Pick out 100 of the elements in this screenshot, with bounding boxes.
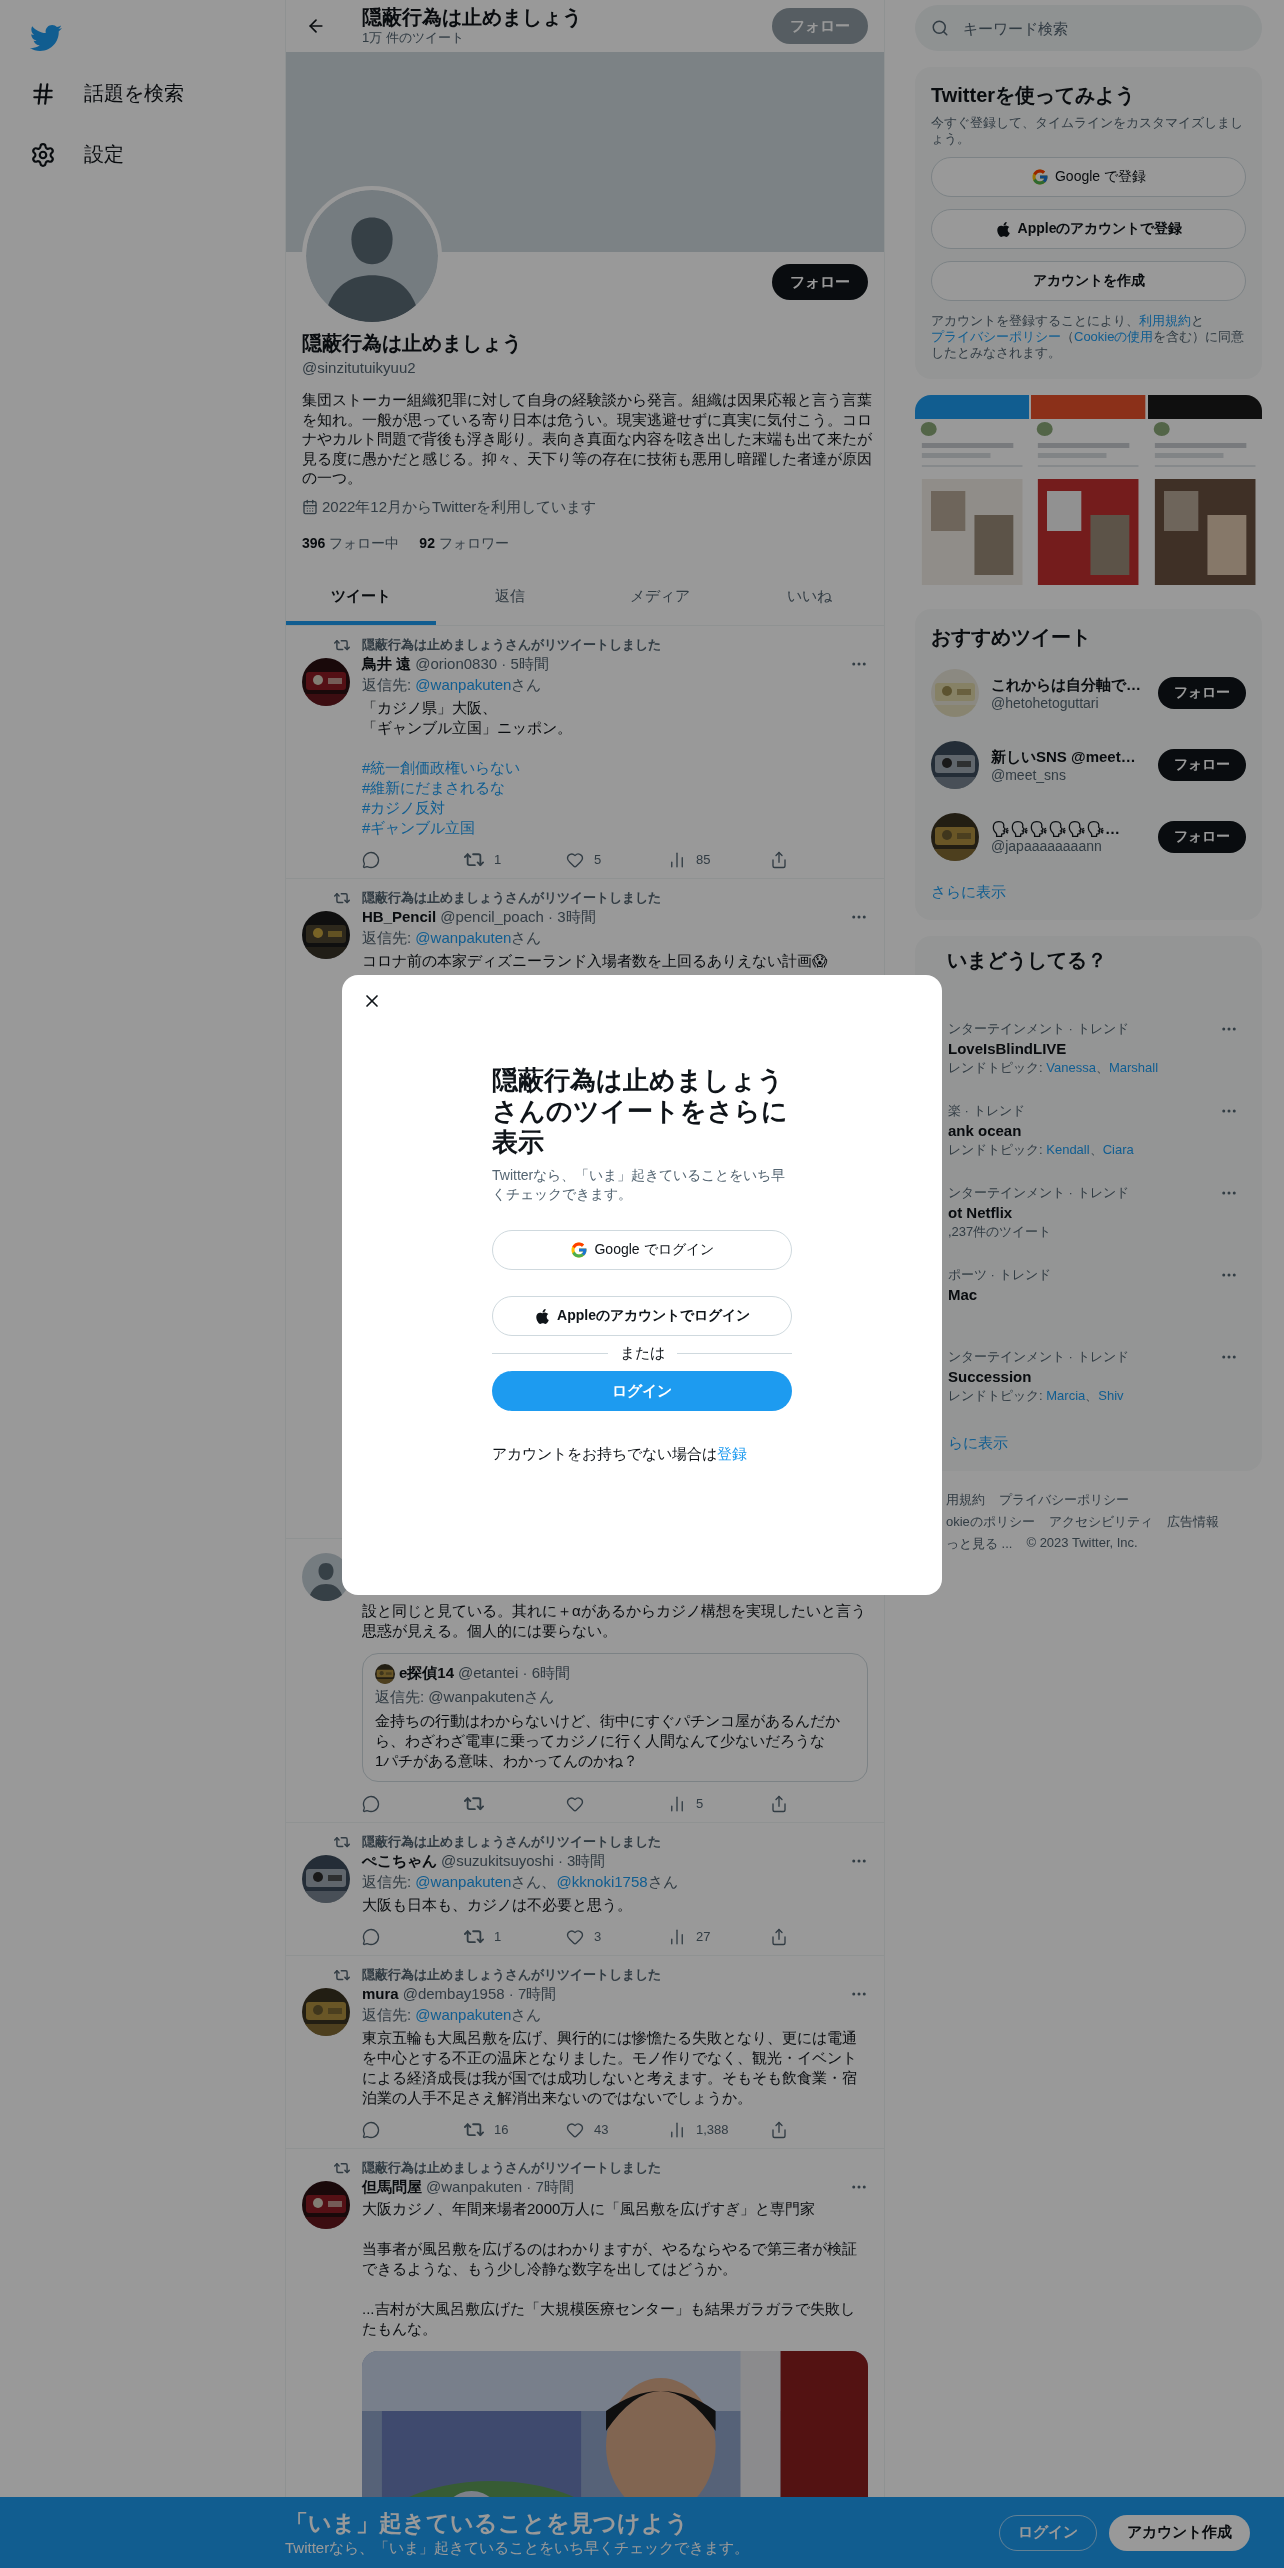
profile-tab[interactable]: メディア <box>585 572 735 625</box>
hashtag-link[interactable]: #維新にだまされるな <box>362 777 506 798</box>
follow-button[interactable]: フォロー <box>772 264 868 300</box>
banner-subtitle: Twitterなら、「いま」起きていることをいち早くチェックできます。 <box>285 2538 751 2558</box>
follow-button[interactable]: フォロー <box>1158 677 1246 709</box>
reply-icon[interactable] <box>362 1927 380 1946</box>
reply-to-text: 返信先: @wanpakutenさん <box>375 1687 556 1707</box>
hashtag-link[interactable]: #カジノ反対 <box>362 797 446 818</box>
followers-link[interactable]: 92 フォロワー <box>419 534 509 553</box>
topic-link[interactable]: Shiv <box>1098 1388 1124 1403</box>
retweet-icon[interactable] <box>464 1796 484 1811</box>
topic-link[interactable]: Marshall <box>1108 1060 1158 1075</box>
heart-icon[interactable] <box>566 1794 584 1813</box>
bar-chart-icon[interactable] <box>668 850 686 869</box>
author-handle: @wanpakuten · 7時間 <box>426 2176 574 2197</box>
legal-link[interactable]: プライバシーポリシー <box>931 329 1061 344</box>
footer-link[interactable]: プライバシーポリシー <box>999 1491 1129 1509</box>
author-name: ぺこちゃん <box>362 1850 437 1871</box>
hashtag-link[interactable]: #統一創価政権いらない <box>362 757 521 778</box>
legal-link[interactable]: 利用規約 <box>1139 313 1191 328</box>
retweet-icon <box>334 1968 350 1981</box>
login-option-button[interactable]: Google でログイン <box>492 1230 792 1270</box>
retweet-label: 隠蔽行為は止めましょうさんがリツイートしました <box>362 888 662 907</box>
footer-link[interactable]: okieのポリシー <box>946 1513 1035 1531</box>
account-name: 🗣🗣🗣🗣🗣🗣… <box>991 820 1121 838</box>
author-handle: @pencil_poach · 3時間 <box>440 906 596 927</box>
bar-chart-icon[interactable] <box>668 2120 686 2139</box>
heart-icon[interactable] <box>566 2120 584 2139</box>
share-icon[interactable] <box>770 2120 788 2139</box>
trend-item[interactable]: ンターテインメント · トレンド LoveIsBlindLIVE レンドトピック: Vanessa、Marshall <box>917 1014 1246 1096</box>
heart-icon[interactable] <box>566 850 584 869</box>
nav-item[interactable]: 話題を検索 <box>30 72 184 115</box>
tweet-count: 1万 件のツイート <box>362 29 465 47</box>
signup-button[interactable]: Appleのアカウントで登録 <box>931 209 1246 249</box>
bird-logo-icon[interactable] <box>30 22 62 54</box>
trend-item[interactable]: ンターテインメント · トレンド Succession レンドトピック: Marcia、Shiv <box>917 1342 1246 1424</box>
mention-link[interactable]: @wanpakuten <box>415 928 512 946</box>
topic-link[interactable]: Vanessa <box>1046 1060 1096 1075</box>
following-link[interactable]: 396 フォロー中 <box>302 534 400 553</box>
follow-button[interactable]: フォロー <box>1158 821 1246 853</box>
card-title: おすすめツイート <box>931 625 1092 649</box>
trend-category: 楽 · トレンド <box>948 1102 1026 1120</box>
share-icon[interactable] <box>770 1794 788 1813</box>
login-option-button[interactable]: Appleのアカウントでログイン <box>492 1296 792 1336</box>
tweet-text: 1パチがある意味、わかってんのかね？ <box>375 1750 640 1771</box>
author-name: 鳥井 遠 <box>362 653 412 674</box>
search-field[interactable]: キーワード検索 <box>915 5 1262 51</box>
trend-item[interactable]: ンターテインメント · トレンド ot Netflix ,237件のツイート <box>917 1178 1246 1260</box>
nav-item[interactable]: 設定 <box>30 133 124 176</box>
mention-link[interactable]: @wanpakuten <box>415 2005 512 2023</box>
legal-link[interactable]: Cookieの使用 <box>1074 329 1154 344</box>
tweet-text: 金持ちの行動はわからないけど、街中にすぐパチンコ屋があるんだから、わざわざ電車に乗ってカジノに行く人間なんて少ないだろうな <box>375 1710 841 1751</box>
retweet-icon <box>334 2161 350 2174</box>
footer-link[interactable]: © 2023 Twitter, Inc. <box>1026 1535 1138 1553</box>
bar-chart-icon[interactable] <box>668 1927 686 1946</box>
show-more-link[interactable]: らに表示 <box>948 1424 1008 1459</box>
retweet-icon[interactable] <box>464 852 484 867</box>
trend-item[interactable]: 楽 · トレンド ank ocean レンドトピック: Kendall、Ciara <box>917 1096 1246 1178</box>
signup-button[interactable]: アカウントを作成 <box>931 261 1246 301</box>
action-count: 1,388 <box>696 2122 729 2137</box>
legal-text: アカウントを登録することにより、利用規約 と プライバシーポリシー（Cookieの使用を含む）に同意したとみなされます。 <box>931 313 1246 361</box>
show-more-link[interactable]: さらに表示 <box>931 873 1006 908</box>
footer-link[interactable]: 用規約 <box>946 1491 985 1509</box>
reply-to-text: 返信先: @wanpakutenさん、@kknoki1758さん <box>362 1871 679 1892</box>
mention-link[interactable]: @wanpakuten <box>415 1872 512 1890</box>
profile-tab[interactable]: 返信 <box>435 572 585 625</box>
share-icon[interactable] <box>770 1927 788 1946</box>
topic-link[interactable]: Ciara <box>1102 1142 1134 1157</box>
trend-item[interactable]: ポーツ · トレンド Mac <box>917 1260 1246 1342</box>
heart-icon[interactable] <box>566 1927 584 1946</box>
retweet-icon <box>334 1835 350 1848</box>
footer-link[interactable]: っと見る ... <box>946 1535 1013 1553</box>
follow-button[interactable]: フォロー <box>1158 749 1246 781</box>
signup-link[interactable]: 登録 <box>717 1445 747 1462</box>
retweet-icon <box>334 891 350 904</box>
share-icon[interactable] <box>770 850 788 869</box>
profile-tab[interactable]: ツイート <box>286 572 436 625</box>
bar-chart-icon[interactable] <box>668 1794 686 1813</box>
mention-link[interactable]: @kknoki1758 <box>556 1872 648 1890</box>
author-handle: @orion0830 · 5時間 <box>415 653 549 674</box>
reply-icon[interactable] <box>362 850 380 869</box>
follow-button[interactable]: フォロー <box>772 8 868 44</box>
topic-link[interactable]: Marcia <box>1046 1388 1086 1403</box>
retweet-icon[interactable] <box>464 2122 484 2137</box>
retweet-icon[interactable] <box>464 1929 484 1944</box>
tweet-text: 大阪も日本も、カジノは不必要と思う。 <box>362 1894 633 1915</box>
footer-link[interactable]: アクセシビリティ <box>1048 1513 1153 1531</box>
apple-logo-icon <box>994 220 1012 238</box>
reply-icon[interactable] <box>362 2120 380 2139</box>
trend-topics: レンドトピック: Kendall、Ciara <box>948 1141 1134 1159</box>
profile-tab[interactable]: いいね <box>734 572 884 625</box>
mention-link[interactable]: @wanpakuten <box>415 675 512 693</box>
signup-button[interactable]: アカウント作成 <box>1109 2514 1250 2551</box>
login-button[interactable]: ログイン <box>492 1371 792 1411</box>
footer-link[interactable]: 広告情報 <box>1166 1513 1219 1531</box>
reply-icon[interactable] <box>362 1794 380 1813</box>
card-title: いまどうしてる？ <box>946 948 1108 972</box>
signup-button[interactable]: Google で登録 <box>931 157 1246 197</box>
topic-link[interactable]: Kendall <box>1046 1142 1090 1157</box>
hashtag-link[interactable]: #ギャンブル立国 <box>362 817 476 838</box>
